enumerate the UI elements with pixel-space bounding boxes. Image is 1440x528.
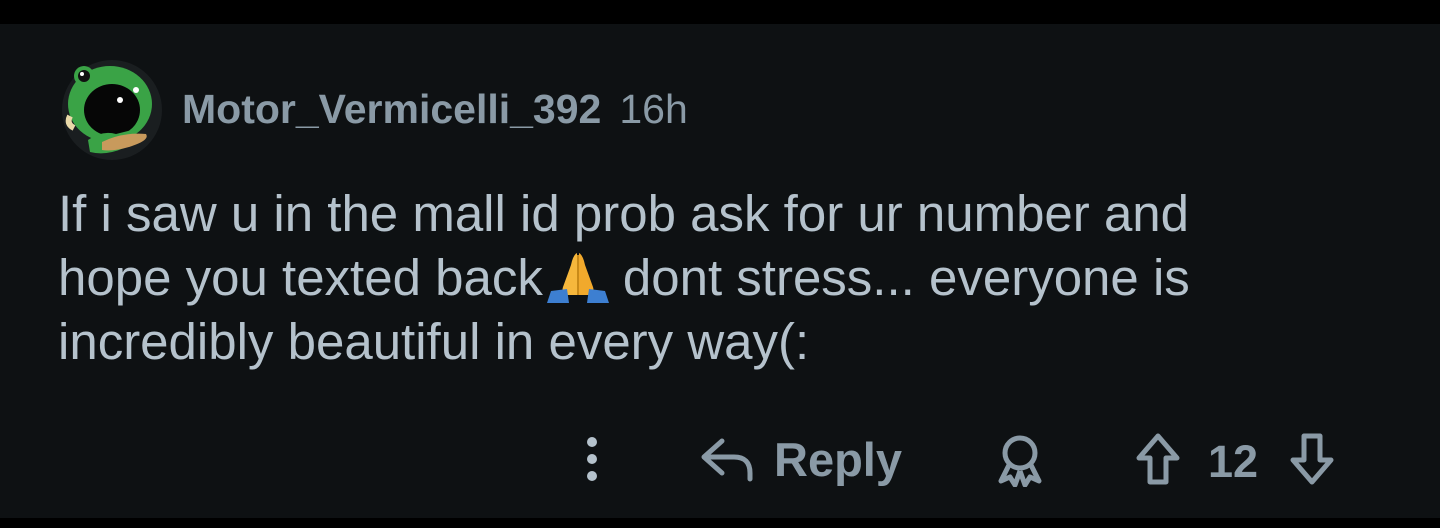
avatar[interactable] (62, 60, 162, 160)
comment-line-2-end: dont stress... everyone is (622, 249, 1190, 306)
folded-hands-emoji (546, 253, 609, 303)
downvote-button[interactable] (1284, 430, 1340, 488)
upvote-button[interactable] (1130, 430, 1186, 488)
avatar-image (62, 60, 162, 160)
comment-line-1: If i saw u in the mall id prob ask for u… (58, 185, 1190, 242)
timestamp: 16h (619, 86, 688, 132)
username-link[interactable]: Motor_Vermicelli_392 (182, 86, 601, 133)
award-icon (998, 435, 1042, 487)
reply-label: Reply (774, 432, 902, 486)
reply-button[interactable]: Reply (700, 428, 902, 490)
comment-actions: Reply 12 (0, 424, 1440, 494)
downvote-arrow-icon (1290, 433, 1334, 485)
more-options-button[interactable] (572, 432, 612, 486)
comment-body: If i saw u in the mall id prob ask for u… (58, 182, 1388, 374)
award-button[interactable] (990, 432, 1050, 488)
upvote-arrow-icon (1136, 433, 1180, 485)
comment-line-2-start: hope you texted back (58, 249, 543, 306)
comment-card: Motor_Vermicelli_392 16h If i saw u in t… (0, 24, 1440, 518)
reply-arrow-icon (701, 438, 753, 482)
more-vertical-icon (587, 437, 597, 481)
comment-line-3: incredibly beautiful in every way(: (58, 313, 810, 370)
vote-score: 12 (1208, 436, 1259, 487)
comment-meta: Motor_Vermicelli_392 16h (182, 86, 688, 133)
comment-line-2: hope you texted back dont stress... ever… (58, 246, 1388, 310)
